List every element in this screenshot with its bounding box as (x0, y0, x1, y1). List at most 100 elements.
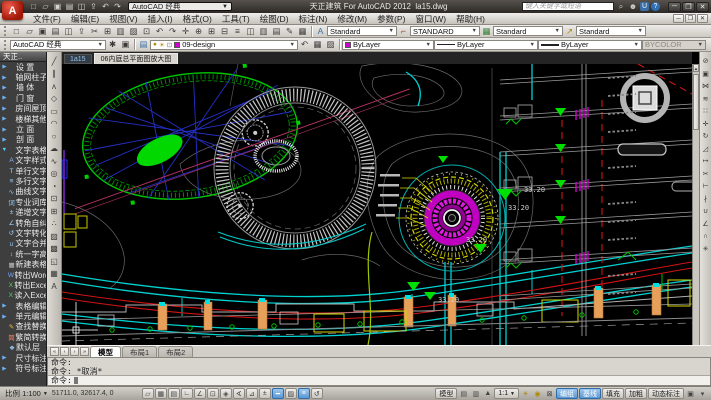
sidebar-item[interactable]: ▶ 轴网柱子 (0, 72, 46, 82)
layout2-icon[interactable]: ▥ (470, 388, 481, 399)
toolbar-button[interactable]: ▣ (36, 25, 49, 37)
sidebar-item[interactable]: ▶ 设 置 (0, 62, 46, 72)
status-toggle-button[interactable]: ⊿ (246, 388, 258, 399)
status-toggle-button[interactable]: ∢ (233, 388, 245, 399)
status-toggle-button[interactable]: ⊡ (207, 388, 219, 399)
layout1-icon[interactable]: ▤ (458, 388, 469, 399)
toolbar-button[interactable]: ▦ (296, 25, 309, 37)
sidebar-item[interactable]: X 转出Excel (0, 280, 46, 290)
qat-button[interactable]: ▤ (64, 1, 75, 12)
chamfer-icon[interactable]: ∠ (700, 218, 711, 231)
sidebar-item[interactable]: ▶ 立 面 (0, 124, 46, 134)
sidebar-item[interactable]: ▶ 墙 体 (0, 83, 46, 93)
menu-item[interactable]: 修改(M) (332, 13, 372, 25)
toolbar-button[interactable]: ▤ (49, 25, 62, 37)
explode-icon[interactable]: ✳ (700, 243, 711, 256)
revcloud-icon[interactable]: ☁ (48, 143, 61, 156)
sidebar-item[interactable]: ▶ 尺寸标注 (0, 353, 46, 363)
stretch-icon[interactable]: ↦ (700, 155, 711, 168)
fillet-icon[interactable]: ∩ (700, 230, 711, 243)
sidebar-item[interactable]: ▦ 新建表格 (0, 259, 46, 269)
lineweight-dropdown[interactable]: ByLayer▼ (538, 40, 642, 50)
tarch-status-button[interactable]: 加粗 (625, 388, 647, 399)
toolbar-button[interactable]: ⊟ (218, 25, 231, 37)
status-toggle-button[interactable]: ≡ (298, 388, 310, 399)
layer-lock-icon[interactable]: ⊡ (167, 41, 172, 49)
help-icon[interactable]: ? (651, 2, 660, 11)
tab-nav-next-icon[interactable]: › (70, 347, 79, 356)
toolbar-button[interactable]: ↶ (153, 25, 166, 37)
rotate-icon[interactable]: ↻ (700, 130, 711, 143)
text-style-dropdown[interactable]: Standard▼ (327, 26, 397, 36)
tab-nav-last-icon[interactable]: » (80, 347, 89, 356)
menu-item[interactable]: 文件(F) (28, 13, 66, 25)
sidebar-item[interactable]: X 读入Excel (0, 291, 46, 301)
mleader-style-dropdown[interactable]: Standard▼ (576, 26, 646, 36)
status-menu-arrow-icon[interactable]: ▾ (697, 388, 708, 399)
sidebar-item[interactable]: T 单行文字 (0, 166, 46, 176)
move-icon[interactable]: ✛ (700, 118, 711, 131)
workspace-save-icon[interactable]: ▣ (119, 39, 132, 51)
layer-previous-icon[interactable]: ↶ (298, 39, 311, 51)
construction-line-icon[interactable]: ∥ (48, 68, 61, 81)
scale-dropdown[interactable]: 比例 1:100▼ (3, 388, 50, 399)
scale-icon[interactable]: ◿ (700, 143, 711, 156)
sidebar-item[interactable]: 简 繁简转换 (0, 332, 46, 342)
toolbar-button[interactable]: ✂ (88, 25, 101, 37)
ellipse-icon[interactable]: ◎ (48, 168, 61, 181)
menu-item[interactable]: 编辑(E) (66, 13, 104, 25)
tab-nav-prev-icon[interactable]: ‹ (60, 347, 69, 356)
annotation-visibility-icon[interactable]: ☀ (520, 388, 531, 399)
qat-button[interactable]: ↷ (112, 1, 123, 12)
drawing-area[interactable]: 1a15 06内庭总平面图放大图 (62, 52, 692, 345)
menu-item[interactable]: 窗口(W) (410, 13, 451, 25)
circle-icon[interactable]: ○ (48, 130, 61, 143)
sidebar-item[interactable]: A 文字样式 (0, 156, 46, 166)
status-toggle-button[interactable]: ∠ (194, 388, 206, 399)
layer-dropdown[interactable]: ● ☀ ⊡ 09-design ▼ (150, 40, 298, 50)
sidebar-item[interactable]: ▶ 单元编辑 (0, 311, 46, 321)
minimize-button[interactable]: ─ (668, 2, 681, 12)
annotation-scale-dropdown[interactable]: 1:1 ▼ (494, 388, 519, 399)
layer-match-icon[interactable]: ▨ (324, 39, 337, 51)
command-input-line[interactable]: 命令: (48, 376, 710, 385)
sidebar-item[interactable]: ∿ 曲线文字 (0, 187, 46, 197)
qat-button[interactable]: ▣ (52, 1, 63, 12)
sidebar-item[interactable]: ▶ 门 窗 (0, 93, 46, 103)
annotation-auto-icon[interactable]: ◉ (532, 388, 543, 399)
status-toggle-button[interactable]: ▱ (142, 388, 154, 399)
toolbar-button[interactable]: ✎ (283, 25, 296, 37)
status-toggle-button[interactable]: ↺ (311, 388, 323, 399)
layout-tab[interactable]: 模型 (90, 346, 121, 357)
qat-button[interactable]: ▱ (40, 1, 51, 12)
toolbar-button[interactable]: □ (10, 25, 23, 37)
document-tab-active[interactable]: 06内庭总平面图放大图 (94, 53, 179, 64)
ellipse-arc-icon[interactable]: ◔ (48, 180, 61, 193)
status-toggle-button[interactable]: ± (259, 388, 271, 399)
copy-icon[interactable]: ▣ (700, 68, 711, 81)
toolbar-grip[interactable] (4, 40, 8, 50)
fullscreen-icon[interactable]: ▣ (685, 388, 696, 399)
insert-block-icon[interactable]: ⊡ (48, 193, 61, 206)
sidebar-item[interactable]: ▶ 楼梯其他 (0, 114, 46, 124)
tarch-status-button[interactable]: 编组 (556, 388, 578, 399)
status-toggle-button[interactable]: ▨ (285, 388, 297, 399)
erase-icon[interactable]: ⊘ (700, 55, 711, 68)
document-tab[interactable]: 1a15 (64, 54, 92, 64)
workspace-settings-icon[interactable]: ✱ (106, 39, 119, 51)
sidebar-item[interactable]: ▶ 剖 面 (0, 135, 46, 145)
trim-icon[interactable]: ✂ (700, 168, 711, 181)
join-icon[interactable]: ∪ (700, 205, 711, 218)
menu-item[interactable]: 视图(V) (104, 13, 142, 25)
qat-button[interactable]: ⇪ (88, 1, 99, 12)
status-toggle-button[interactable]: ∟ (181, 388, 193, 399)
toolbar-button[interactable]: ◫ (244, 25, 257, 37)
status-toggle-button[interactable]: ◈ (220, 388, 232, 399)
qat-button[interactable]: ◫ (76, 1, 87, 12)
qat-button[interactable]: □ (28, 1, 39, 12)
menu-item[interactable]: 标注(N) (294, 13, 333, 25)
sidebar-item[interactable]: ▶ 符号标注 (0, 363, 46, 373)
color-dropdown[interactable]: ByLayer▼ (342, 40, 434, 50)
linetype-dropdown[interactable]: ByLayer▼ (434, 40, 538, 50)
toolbar-grip[interactable] (4, 26, 8, 36)
